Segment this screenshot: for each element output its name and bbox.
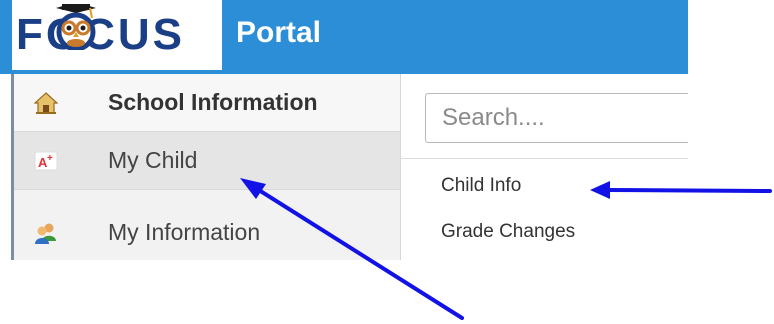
focus-logo[interactable]: FOCUS — [12, 0, 222, 70]
a-plus-grade-icon: A + — [34, 151, 58, 170]
submenu-item-child-info[interactable]: Child Info — [441, 175, 521, 197]
sidebar-item-school-information[interactable]: School Information — [14, 74, 400, 132]
sidebar-item-label: School Information — [108, 89, 318, 115]
portal-title: Portal — [236, 16, 322, 49]
users-icon — [35, 223, 56, 244]
sidebar-item-label: My Information — [108, 219, 261, 245]
owl-mascot-icon — [56, 4, 96, 50]
svg-text:+: + — [47, 153, 53, 164]
focus-portal-screenshot: FOCUS Portal School Information A + My C… — [0, 0, 688, 260]
home-icon — [34, 91, 58, 114]
panel-divider — [400, 158, 688, 159]
sidebar-item-my-information[interactable]: My Information — [14, 204, 400, 260]
logo-text: FOCUS — [16, 10, 185, 59]
search-input[interactable] — [425, 93, 688, 143]
sidebar-item-my-child[interactable]: A + My Child — [14, 132, 400, 190]
sidebar-item-label: My Child — [108, 147, 198, 173]
submenu-item-grade-changes[interactable]: Grade Changes — [441, 221, 575, 243]
sidebar-left-strip — [0, 74, 11, 260]
